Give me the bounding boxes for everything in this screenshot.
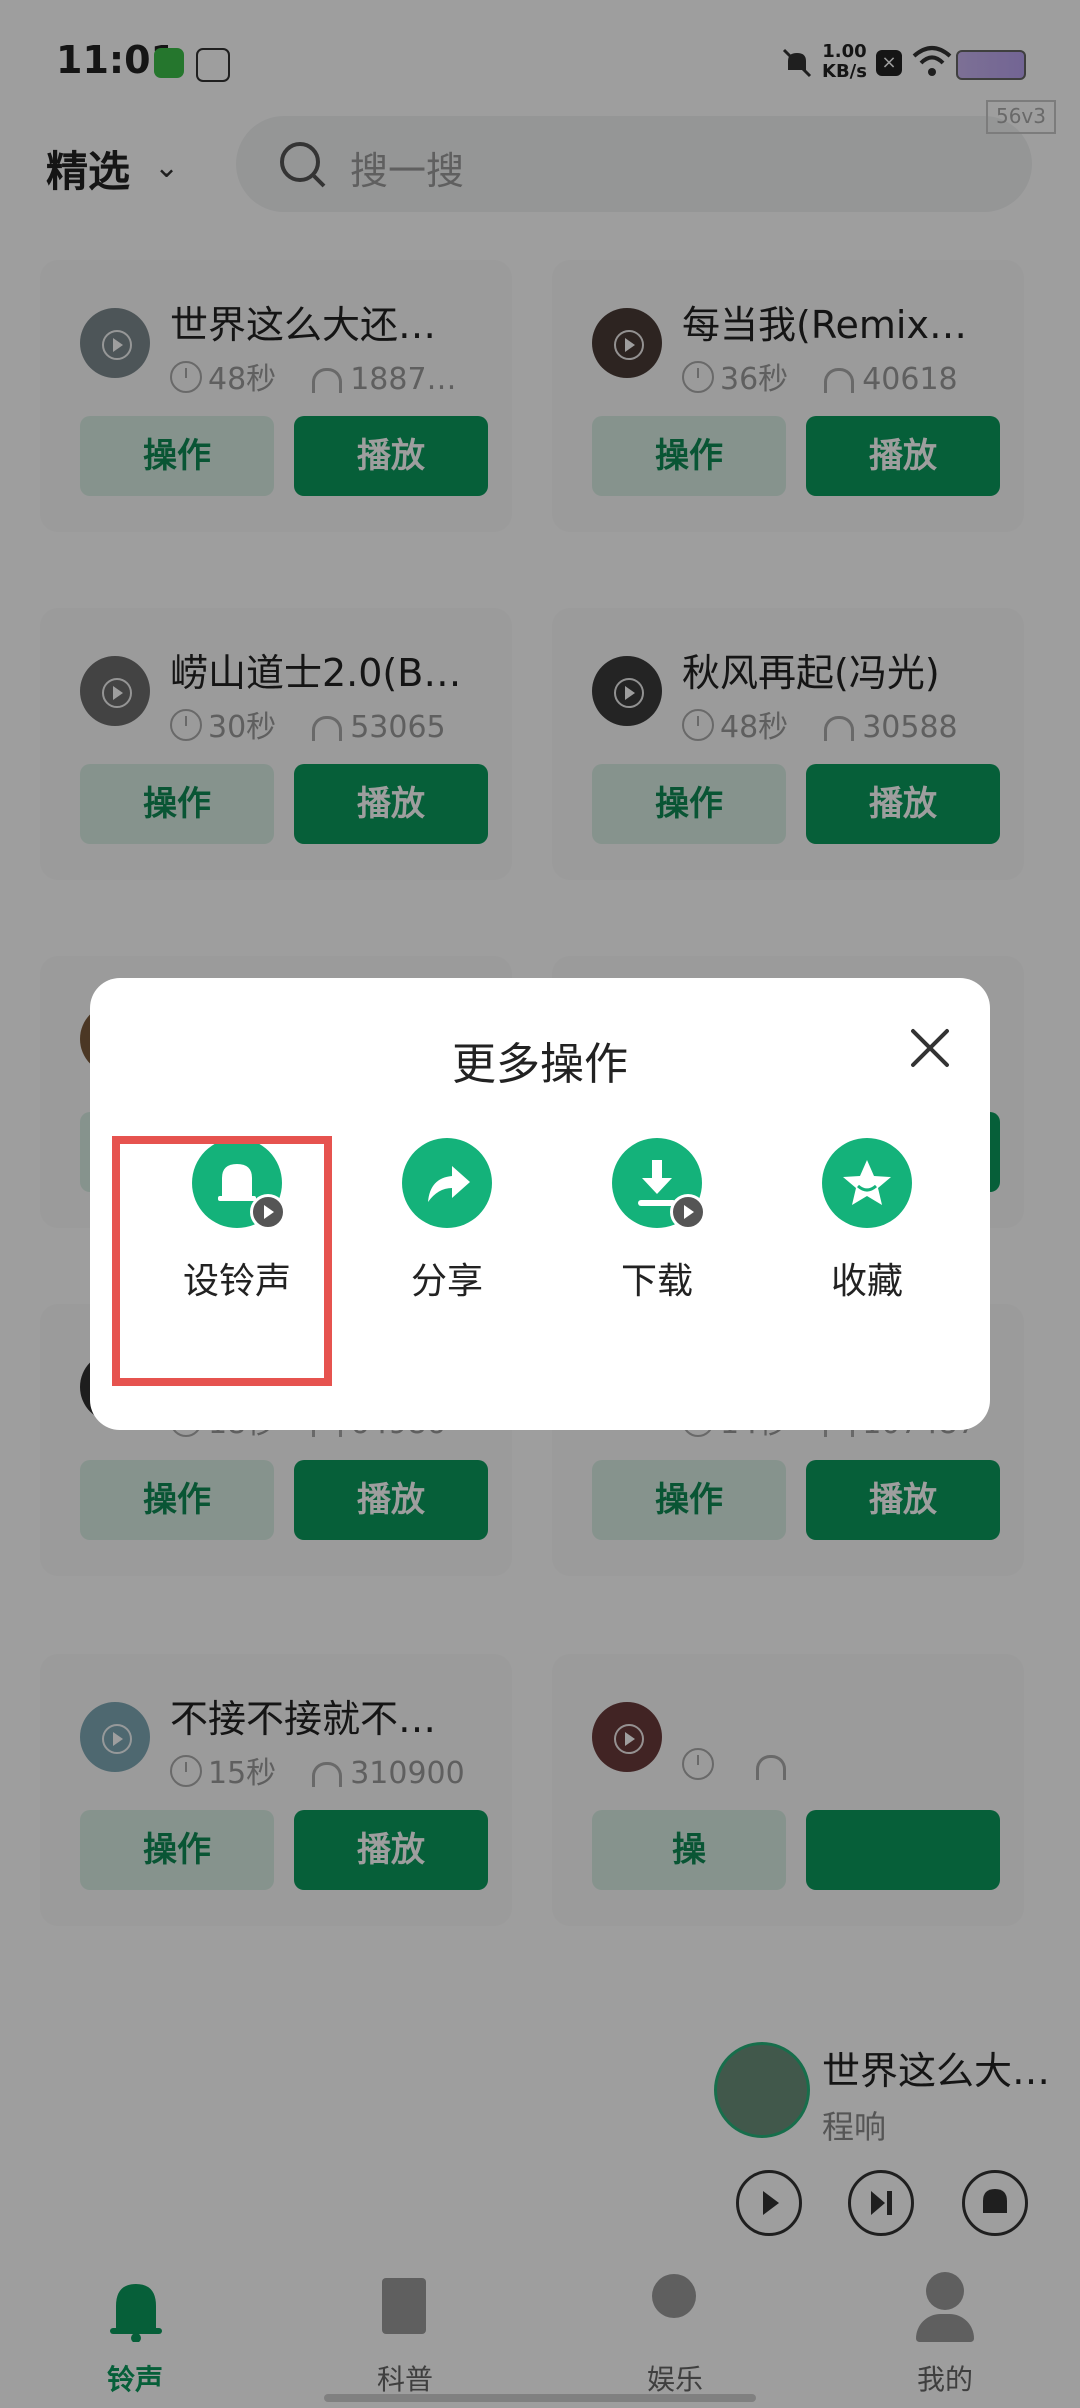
share-button[interactable]: 分享 — [342, 1138, 552, 1328]
dialog-title: 更多操作 — [452, 1039, 628, 1090]
download-button[interactable]: 下载 — [552, 1138, 762, 1328]
highlight-box — [112, 1136, 332, 1386]
play-badge-icon — [670, 1194, 706, 1230]
download-icon — [612, 1138, 706, 1230]
download-label: 下载 — [620, 1261, 693, 1302]
share-icon — [402, 1138, 492, 1228]
star-icon — [822, 1138, 912, 1228]
close-icon[interactable] — [902, 1020, 958, 1076]
favorite-label: 收藏 — [830, 1261, 903, 1302]
favorite-button[interactable]: 收藏 — [762, 1138, 972, 1328]
share-label: 分享 — [410, 1261, 483, 1302]
